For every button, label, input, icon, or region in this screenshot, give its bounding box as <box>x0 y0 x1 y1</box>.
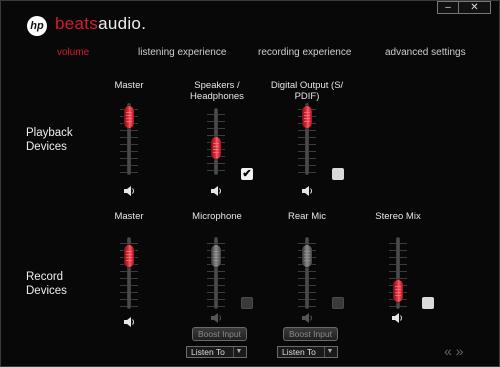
speakers-label-line1: Speakers / <box>194 80 240 91</box>
speaker-icon[interactable] <box>124 186 136 196</box>
tab-recording-experience[interactable]: recording experience <box>258 47 351 58</box>
rear-mic-enable-checkbox[interactable] <box>332 297 344 309</box>
digital-output-enable-checkbox[interactable] <box>332 168 344 180</box>
rear-mic-listen-to-value: Listen To <box>282 347 316 357</box>
chevron-down-icon: ▼ <box>324 347 335 357</box>
speakers-label-line2: Headphones <box>190 91 244 102</box>
record-master-slider[interactable] <box>117 237 141 309</box>
playback-master-slider[interactable] <box>117 103 141 175</box>
record-master-label: Master <box>114 211 144 222</box>
playback-master-label: Master <box>114 80 143 91</box>
stereo-mix-slider[interactable] <box>386 237 410 309</box>
record-label-line1: Record <box>26 271 64 283</box>
rear-mic-boost-input-button[interactable]: Boost Input <box>283 327 339 341</box>
record-label-line2: Devices <box>26 285 67 297</box>
minimize-button[interactable]: – <box>437 1 459 14</box>
beats-audio-logo: beatsaudio. <box>55 14 146 34</box>
playback-devices-label: Playback Devices <box>26 126 73 154</box>
rear-mic-slider[interactable] <box>295 237 319 309</box>
microphone-slider-thumb[interactable] <box>211 245 221 267</box>
microphone-listen-to-value: Listen To <box>191 347 225 357</box>
logo-beats-text: beats <box>55 14 99 33</box>
digital-output-label-line2: PDIF) <box>294 91 320 102</box>
playback-master-slider-thumb[interactable] <box>124 106 134 128</box>
speakers-headphones-label: Speakers / Headphones <box>190 80 244 102</box>
tab-volume[interactable]: volume <box>57 47 89 58</box>
rear-mic-listen-to-dropdown[interactable]: Listen To ▼ <box>277 346 338 358</box>
microphone-slider[interactable] <box>204 237 228 309</box>
record-master-slider-thumb[interactable] <box>124 245 134 267</box>
speaker-icon[interactable] <box>211 186 223 196</box>
speaker-icon[interactable] <box>302 313 314 323</box>
playback-label-line2: Devices <box>26 141 67 153</box>
record-devices-label: Record Devices <box>26 270 67 298</box>
page-nav-arrows-icon[interactable]: «» <box>444 343 468 359</box>
playback-master-label-line1: Master <box>114 80 144 91</box>
microphone-label: Microphone <box>192 211 242 222</box>
stereo-mix-enable-checkbox[interactable] <box>422 297 434 309</box>
microphone-boost-input-button[interactable]: Boost Input <box>192 327 248 341</box>
hp-logo-icon: hp <box>27 16 47 36</box>
window-controls: – ✕ <box>437 1 491 14</box>
speaker-icon[interactable] <box>392 313 404 323</box>
microphone-listen-to-dropdown[interactable]: Listen To ▼ <box>186 346 247 358</box>
rear-mic-slider-thumb[interactable] <box>302 245 312 267</box>
digital-output-slider-thumb[interactable] <box>302 106 312 128</box>
speakers-slider-thumb[interactable] <box>211 137 221 159</box>
chevron-down-icon: ▼ <box>233 347 244 357</box>
playback-label-line1: Playback <box>26 127 73 139</box>
digital-output-label-line1: Digital Output (S/ <box>270 80 344 91</box>
speakers-enable-checkbox[interactable]: ✔ <box>241 168 253 180</box>
tab-listening-experience[interactable]: listening experience <box>138 47 226 58</box>
tab-advanced-settings[interactable]: advanced settings <box>385 47 466 58</box>
speaker-icon[interactable] <box>124 317 136 327</box>
speakers-slider[interactable] <box>204 108 228 175</box>
stereo-mix-label: Stereo Mix <box>375 211 421 222</box>
digital-output-label: Digital Output (S/ PDIF) <box>271 80 343 102</box>
microphone-enable-checkbox[interactable] <box>241 297 253 309</box>
speaker-icon[interactable] <box>211 313 223 323</box>
stereo-mix-slider-thumb[interactable] <box>393 280 403 302</box>
rear-mic-label: Rear Mic <box>287 211 327 222</box>
speaker-icon[interactable] <box>302 186 314 196</box>
digital-output-slider[interactable] <box>295 103 319 175</box>
logo-audio-text: audio. <box>98 14 147 33</box>
close-button[interactable]: ✕ <box>459 1 491 14</box>
